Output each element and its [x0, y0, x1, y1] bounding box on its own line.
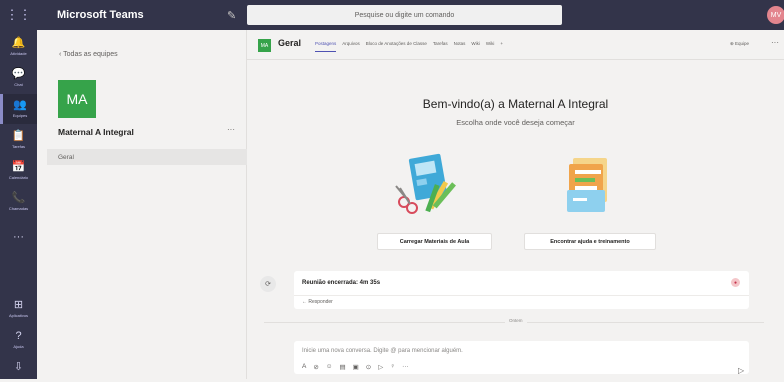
compose-toolbar: A ⊘ ☺ ▤ ▣ ⊙ ▷ ♀ ···: [302, 363, 409, 371]
format-icon[interactable]: A: [302, 363, 306, 371]
channel-header: MA Geral Postagens Arquivos Bloco de Ano…: [247, 30, 784, 60]
rail-item-calendar[interactable]: 📅 Calendário: [0, 156, 37, 186]
phone-icon: 📞: [11, 192, 26, 204]
more-icon: ···: [13, 230, 24, 243]
app-rail: 🔔 Atividade 💬 Chat 👥 Equipes 📋 Tarefas 📅…: [0, 30, 37, 379]
emoji-icon[interactable]: ☺: [326, 363, 333, 371]
rail-item-activity[interactable]: 🔔 Atividade: [0, 32, 37, 62]
search-input[interactable]: Pesquise ou digite um comando: [247, 5, 562, 25]
chat-icon: 💬: [11, 68, 26, 80]
date-divider-label: Ontem: [505, 318, 527, 323]
praise-icon[interactable]: ♀: [390, 363, 395, 371]
header-more-icon[interactable]: ···: [771, 38, 779, 47]
rail-item-download[interactable]: ⇩: [0, 352, 37, 382]
app-title: Microsoft Teams: [57, 9, 144, 21]
attach-icon[interactable]: ⊘: [313, 363, 318, 371]
rail-item-help[interactable]: ? Ajuda: [0, 325, 37, 355]
calendar-icon: 📅: [11, 161, 26, 173]
stream-icon[interactable]: ▷: [378, 363, 383, 371]
tab-wiki[interactable]: Wiki: [471, 41, 480, 52]
team-avatar: MA: [58, 80, 96, 118]
rail-item-more[interactable]: ···: [0, 222, 37, 252]
class-materials-illustration: [395, 153, 456, 214]
channel-title: Geral: [278, 38, 302, 48]
help-training-illustration: [567, 158, 607, 212]
rail-item-apps[interactable]: ⊞ Aplicativos: [0, 294, 37, 324]
channel-main: MA Geral Postagens Arquivos Bloco de Ano…: [247, 30, 784, 379]
rail-item-calls[interactable]: 📞 Chamadas: [0, 187, 37, 217]
find-help-training-button[interactable]: Encontrar ajuda e treinamento: [524, 233, 656, 250]
team-more-options-icon[interactable]: ···: [227, 125, 235, 134]
tab-files[interactable]: Arquivos: [342, 41, 360, 52]
tab-grades[interactable]: Notas: [454, 41, 466, 52]
meeting-icon: ⟳: [260, 276, 276, 292]
channel-item-general[interactable]: Geral: [47, 149, 247, 165]
send-icon[interactable]: ▷: [738, 366, 744, 375]
tab-assignments[interactable]: Tarefas: [433, 41, 448, 52]
tab-wiki-2[interactable]: Wiki: [486, 41, 495, 52]
tab-class-notebook[interactable]: Bloco de Anotações de Classe: [366, 41, 427, 52]
reply-button[interactable]: ← Responder: [294, 295, 749, 308]
compose-box[interactable]: Inicie uma nova conversa. Digite @ para …: [294, 341, 749, 374]
apps-icon: ⊞: [13, 299, 24, 311]
welcome-title: Bem-vindo(a) a Maternal A Integral: [422, 97, 609, 111]
meeting-end-icon: ●: [731, 278, 740, 287]
upload-class-materials-button[interactable]: Carregar Materiais de Aula: [377, 233, 492, 250]
download-icon: ⇩: [13, 360, 24, 373]
rail-item-chat[interactable]: 💬 Chat: [0, 63, 37, 93]
help-icon: ?: [15, 330, 22, 342]
team-button[interactable]: ⊕ Equipe: [730, 41, 749, 47]
more-options-icon[interactable]: ···: [402, 363, 409, 371]
channel-tabs: Postagens Arquivos Bloco de Anotações de…: [315, 41, 503, 52]
rail-item-teams[interactable]: 👥 Equipes: [0, 94, 37, 124]
welcome-subtitle: Escolha onde você deseja começar: [456, 118, 575, 127]
back-to-all-teams-link[interactable]: ‹ Todas as equipes: [59, 51, 118, 58]
meeting-card: Reunião encerrada: 4m 35s ● ← Responder: [294, 271, 749, 309]
new-chat-icon[interactable]: ✎: [227, 9, 247, 22]
rail-item-tasks[interactable]: 📋 Tarefas: [0, 125, 37, 155]
meet-now-icon[interactable]: ⊙: [366, 363, 371, 371]
teams-icon: 👥: [13, 99, 27, 111]
tab-posts[interactable]: Postagens: [315, 41, 337, 52]
app-launcher-icon[interactable]: ⋮⋮: [0, 0, 37, 30]
avatar[interactable]: MV: [767, 6, 784, 24]
tasks-icon: 📋: [11, 130, 26, 142]
channel-team-avatar: MA: [258, 39, 271, 52]
compose-input[interactable]: Inicie uma nova conversa. Digite @ para …: [302, 348, 463, 354]
sticker-icon[interactable]: ▣: [353, 363, 359, 371]
team-name: Maternal A Integral: [58, 127, 134, 137]
add-tab-button[interactable]: +: [500, 41, 503, 52]
meeting-ended-text: Reunião encerrada: 4m 35s: [302, 280, 381, 286]
giphy-icon[interactable]: ▤: [339, 363, 345, 371]
team-panel: ‹ Todas as equipes MA Maternal A Integra…: [37, 30, 247, 379]
bell-icon: 🔔: [11, 37, 26, 49]
